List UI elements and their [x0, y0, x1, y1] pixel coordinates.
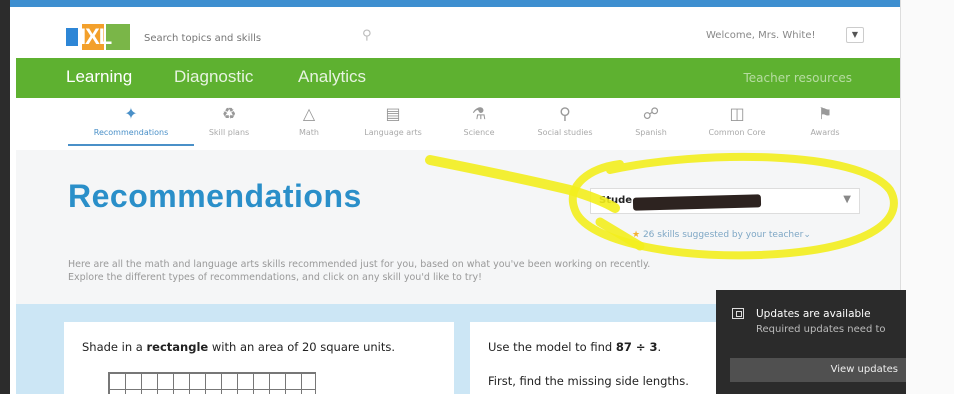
- spanish-icon: ☍: [642, 104, 660, 123]
- card-question: Use the model to find 87 ÷ 3.: [488, 340, 662, 354]
- welcome-text: Welcome, Mrs. White!: [706, 30, 816, 41]
- screen: IXL ⚲ Welcome, Mrs. White! ▼ Learning Di…: [0, 0, 954, 394]
- star-icon: ★: [632, 230, 641, 240]
- suggested-skills-link[interactable]: ★ 26 skills suggested by your teacher⌄: [632, 230, 811, 240]
- search-icon[interactable]: ⚲: [362, 28, 376, 43]
- tab-common-core[interactable]: ◫ Common Core: [692, 104, 782, 137]
- active-tab-underline: [68, 144, 194, 146]
- tab-social-studies[interactable]: ⚲ Social studies: [520, 104, 610, 137]
- ixl-logo[interactable]: IXL: [66, 24, 136, 50]
- toast-subtitle: Required updates need to: [756, 324, 886, 335]
- science-icon: ⚗: [471, 104, 487, 123]
- tab-spanish[interactable]: ☍ Spanish: [606, 104, 696, 137]
- tab-language-arts[interactable]: ▤ Language arts: [348, 104, 438, 137]
- tab-math[interactable]: △ Math: [264, 104, 354, 137]
- nav-learning[interactable]: Learning: [66, 67, 132, 87]
- logo-text: IXL: [80, 24, 112, 49]
- top-accent-bar: [10, 0, 900, 7]
- subject-tabs: ✦ Recommendations ♻ Skill plans △ Math ▤…: [16, 98, 900, 150]
- update-icon: [732, 308, 744, 319]
- site-header: IXL ⚲ Welcome, Mrs. White! ▼: [16, 10, 900, 58]
- chevron-down-icon: ▼: [843, 194, 851, 205]
- tab-recommendations[interactable]: ✦ Recommendations: [86, 104, 176, 137]
- right-margin: [900, 0, 954, 394]
- nav-analytics[interactable]: Analytics: [298, 67, 366, 87]
- nav-teacher-resources[interactable]: Teacher resources: [743, 71, 852, 85]
- tab-skill-plans[interactable]: ♻ Skill plans: [184, 104, 274, 137]
- tab-awards[interactable]: ⚑ Awards: [780, 104, 870, 137]
- student-select[interactable]: Stude ▼: [590, 188, 860, 214]
- redacted-student-name: [632, 194, 762, 211]
- account-dropdown-button[interactable]: ▼: [846, 27, 864, 43]
- awards-icon: ⚑: [817, 104, 833, 123]
- skill-plans-icon: ♻: [221, 104, 237, 123]
- view-updates-button[interactable]: View updates: [730, 358, 906, 382]
- language-arts-icon: ▤: [385, 104, 401, 123]
- skill-card-rectangle-area[interactable]: Shade in a rectangle with an area of 20 …: [64, 322, 454, 394]
- recommendations-icon: ✦: [124, 104, 138, 123]
- page-title: Recommendations: [68, 178, 362, 214]
- updates-notification: Updates are available Required updates n…: [716, 290, 906, 394]
- shading-grid[interactable]: [108, 372, 316, 394]
- card-question: Shade in a rectangle with an area of 20 …: [82, 340, 396, 354]
- window-edge: [0, 0, 10, 394]
- card-instruction: First, find the missing side lengths.: [488, 374, 689, 388]
- common-core-icon: ◫: [729, 104, 745, 123]
- nav-diagnostic[interactable]: Diagnostic: [174, 67, 253, 87]
- math-icon: △: [302, 104, 316, 123]
- tab-science[interactable]: ⚗ Science: [434, 104, 524, 137]
- search-input[interactable]: [144, 28, 384, 48]
- student-label: Stude: [599, 195, 633, 206]
- main-nav: Learning Diagnostic Analytics Teacher re…: [16, 58, 900, 98]
- social-studies-icon: ⚲: [559, 104, 571, 123]
- toast-title: Updates are available: [756, 308, 871, 320]
- intro-text: Here are all the math and language arts …: [68, 259, 651, 283]
